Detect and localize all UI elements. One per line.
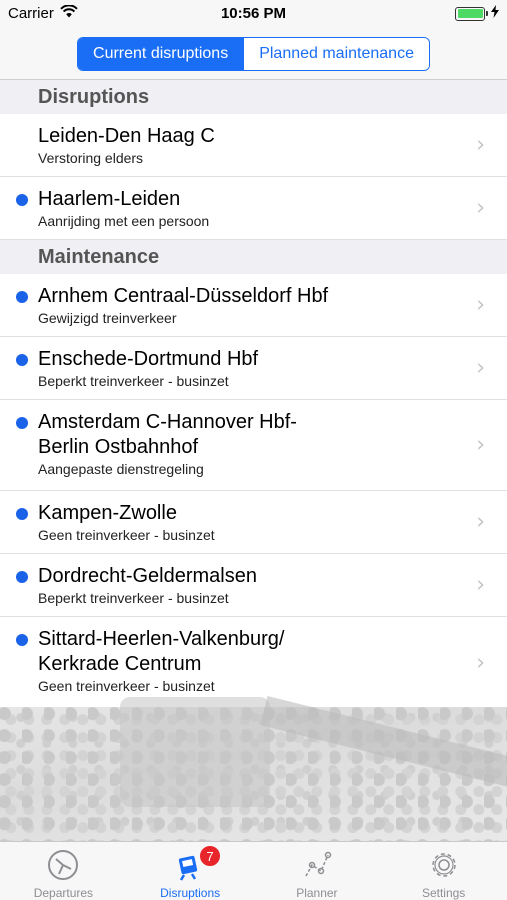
tab-planner[interactable]: Planner [254,842,381,900]
row-title-line-1: Sittard-Heerlen-Valkenburg/ [38,628,285,650]
status-right [455,5,499,22]
chevron-right-icon: › [476,132,485,158]
list-item[interactable]: Leiden-Den Haag C Verstoring elders › [0,114,507,177]
row-title: Dordrecht-Geldermalsen [38,565,257,587]
unread-dot-icon [16,354,28,366]
row-title-line-2: Kerkrade Centrum [38,653,202,675]
unread-dot-icon [16,194,28,206]
status-bar: Carrier 10:56 PM [0,0,507,28]
list-item[interactable]: Dordrecht-Geldermalsen Beperkt treinverk… [0,554,507,617]
tab-label: Planner [296,886,338,900]
segmented-control: Current disruptions Planned maintenance [77,36,430,71]
rail-shape [260,695,507,789]
tab-departures[interactable]: Departures [0,842,127,900]
route-icon [300,848,334,882]
unread-dot-icon [16,571,28,583]
unread-dot-icon [16,508,28,520]
chevron-right-icon: › [476,292,485,318]
nav-bar: Current disruptions Planned maintenance [0,28,507,80]
list-item[interactable]: Arnhem Centraal-Düsseldorf Hbf Gewijzigd… [0,274,507,337]
list-item[interactable]: Amsterdam C-Hannover Hbf- Berlin Ostbahn… [0,400,507,491]
gear-icon [427,848,461,882]
charging-icon [491,5,499,22]
row-subtitle: Geen treinverkeer - businzet [38,527,215,543]
row-subtitle: Aanrijding met een persoon [38,213,210,229]
list-item[interactable]: Haarlem-Leiden Aanrijding met een persoo… [0,177,507,240]
row-title: Kampen-Zwolle [38,502,177,524]
row-title: Arnhem Centraal-Düsseldorf Hbf [38,285,329,307]
chevron-right-icon: › [476,509,485,535]
unread-dot-icon [16,417,28,429]
battery-icon [455,6,488,21]
list-item[interactable]: Enschede-Dortmund Hbf Beperkt treinverke… [0,337,507,400]
tab-label: Departures [33,886,94,900]
chevron-right-icon: › [476,572,485,598]
unread-dot-icon [16,634,28,646]
tab-label: Disruptions [160,886,221,900]
segment-current-disruptions[interactable]: Current disruptions [78,37,244,70]
row-title-line-1: Amsterdam C-Hannover Hbf- [38,411,297,433]
row-subtitle: Verstoring elders [38,150,144,166]
tab-disruptions[interactable]: 7 Disruptions [127,842,254,900]
chevron-right-icon: › [476,650,485,675]
section-header-disruptions: Disruptions [0,80,507,114]
chevron-right-icon: › [476,195,485,221]
clock-icon [46,848,80,882]
row-subtitle: Beperkt treinverkeer - businzet [38,590,229,606]
list-item[interactable]: Sittard-Heerlen-Valkenburg/ Kerkrade Cen… [0,617,507,708]
row-title: Leiden-Den Haag C [38,125,215,147]
disruptions-list: Disruptions Leiden-Den Haag C Verstoring… [0,80,507,708]
row-subtitle: Beperkt treinverkeer - businzet [38,373,229,389]
status-time: 10:56 PM [220,5,287,22]
tab-bar: Departures 7 Disruptions Planner Setting… [0,841,507,900]
row-subtitle: Geen treinverkeer - businzet [38,678,215,694]
row-subtitle: Gewijzigd treinverkeer [38,310,177,326]
tab-label: Settings [421,886,466,900]
unread-dot-icon [16,291,28,303]
background-image [0,695,507,841]
disruptions-badge: 7 [198,845,221,867]
chevron-right-icon: › [476,355,485,381]
train-wheel-shape [120,697,270,807]
section-header-maintenance: Maintenance [0,240,507,274]
row-subtitle: Aangepaste dienstregeling [38,461,204,477]
tab-settings[interactable]: Settings [380,842,507,900]
list-item[interactable]: Kampen-Zwolle Geen treinverkeer - businz… [0,491,507,554]
chevron-right-icon: › [476,432,485,458]
row-title: Haarlem-Leiden [38,188,181,210]
row-title: Enschede-Dortmund Hbf [38,348,259,370]
segment-planned-maintenance[interactable]: Planned maintenance [243,37,429,70]
row-title-line-2: Berlin Ostbahnhof [38,436,199,458]
